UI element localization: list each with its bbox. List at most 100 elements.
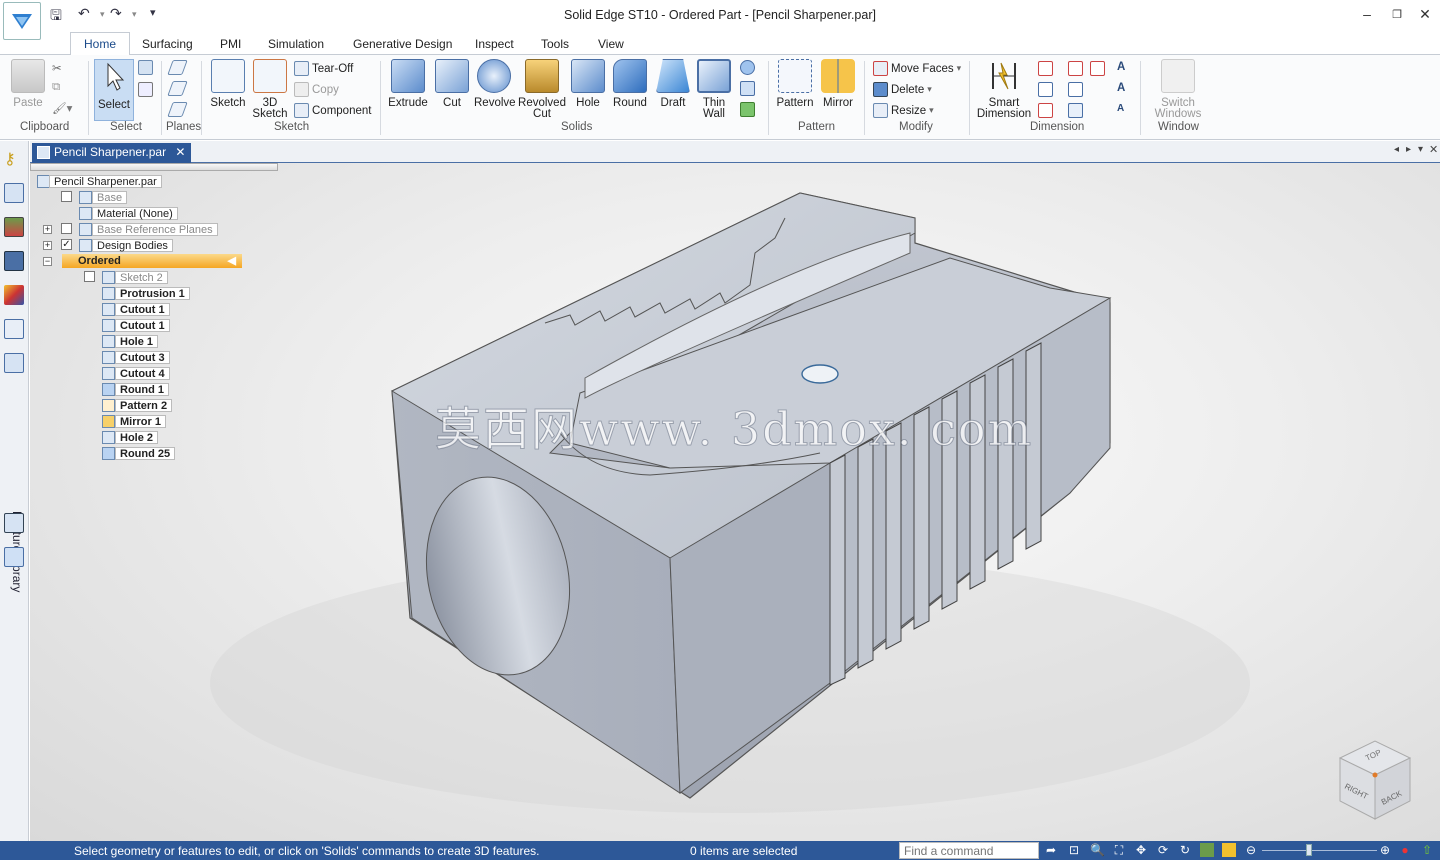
close-icon[interactable]: ✕	[1415, 6, 1435, 23]
tear-off-button[interactable]: Tear-Off	[294, 61, 353, 76]
sketch-checkbox[interactable]	[84, 271, 95, 282]
zoom-out-icon[interactable]: ⊖	[1244, 843, 1258, 857]
tree-root[interactable]: Pencil Sharpener.par	[49, 175, 162, 188]
appearance-icon[interactable]	[4, 285, 24, 305]
tree-feature[interactable]: Round 25	[115, 447, 176, 460]
tree-feature[interactable]: Cutout 3	[115, 351, 170, 364]
tab-generative-design[interactable]: Generative Design	[353, 37, 452, 51]
close-tab-icon[interactable]: ✕	[175, 145, 185, 159]
revolved-cut-button[interactable]: Revolved Cut	[518, 59, 566, 120]
select-filter-icon[interactable]	[138, 60, 153, 75]
mirror-button[interactable]: Mirror	[819, 59, 857, 109]
increase-text-icon[interactable]: A	[1117, 82, 1125, 94]
tab-tools[interactable]: Tools	[541, 37, 569, 51]
rotate-icon[interactable]: ⟳	[1156, 843, 1170, 857]
loft-icon[interactable]	[740, 81, 755, 96]
copy-sketch-button[interactable]: Copy	[294, 82, 339, 97]
format-painter-icon[interactable]: 🖌▾	[52, 101, 72, 115]
minimize-icon[interactable]: –	[1357, 6, 1377, 22]
tab-simulation[interactable]: Simulation	[268, 37, 324, 51]
add-body-icon[interactable]	[740, 60, 755, 75]
pathfinder-icon[interactable]	[4, 183, 24, 203]
tree-feature[interactable]: Pattern 2	[115, 399, 173, 412]
zoom-slider-track[interactable]	[1262, 850, 1377, 851]
command-arrow-icon[interactable]: ➦	[1044, 843, 1058, 857]
command-finder-input[interactable]	[899, 842, 1039, 859]
expand-planes-icon[interactable]: +	[43, 225, 52, 234]
spin-about-icon[interactable]: ↻	[1178, 843, 1192, 857]
cut-button[interactable]: Cut	[434, 59, 470, 109]
extrude-button[interactable]: Extrude	[386, 59, 430, 109]
tree-base[interactable]: Base	[92, 191, 128, 204]
revolve-button[interactable]: Revolve	[474, 59, 516, 109]
tab-view[interactable]: View	[598, 37, 624, 51]
symmetric-diameter-icon[interactable]	[1068, 61, 1083, 76]
pattern-button[interactable]: Pattern	[774, 59, 816, 109]
paste-button[interactable]: Paste	[10, 59, 46, 109]
tree-feature[interactable]: Cutout 4	[115, 367, 170, 380]
tree-feature[interactable]: Hole 1	[115, 335, 159, 348]
parallel-plane-icon[interactable]	[167, 81, 188, 96]
coordinate-dimension-icon[interactable]	[1068, 82, 1083, 97]
collapse-ordered-icon[interactable]: −	[43, 257, 52, 266]
key-icon[interactable]: ⚷	[4, 149, 24, 169]
tree-feature[interactable]: Hole 2	[115, 431, 159, 444]
upload-icon[interactable]: ⇧	[1420, 843, 1434, 857]
restore-icon[interactable]: ❐	[1387, 8, 1407, 21]
angle-between-icon[interactable]	[1038, 82, 1053, 97]
graphics-viewport[interactable]: 莫西网www. 3dmox. com Pencil Sharpener.par …	[30, 163, 1440, 841]
scroll-tabs-right-icon[interactable]: ▸	[1406, 144, 1411, 155]
bodies-checkbox[interactable]: ✓	[61, 239, 72, 250]
planes-checkbox[interactable]	[61, 223, 72, 234]
views-icon[interactable]	[4, 251, 24, 271]
fit-icon[interactable]: ⛶	[1112, 843, 1126, 857]
zoom-area-icon[interactable]: ⊡	[1067, 843, 1081, 857]
tab-pmi[interactable]: PMI	[220, 37, 241, 51]
tree-feature[interactable]: Mirror 1	[115, 415, 166, 428]
angular-dimension-icon[interactable]	[1090, 61, 1105, 76]
pan-icon[interactable]: ✥	[1134, 843, 1148, 857]
variable-table-icon[interactable]	[1068, 103, 1083, 118]
stop-icon[interactable]: ●	[1398, 843, 1412, 857]
expand-bodies-icon[interactable]: +	[43, 241, 52, 250]
smart-dimension-button[interactable]: Smart Dimension	[975, 59, 1033, 120]
thin-wall-button[interactable]: Thin Wall	[696, 59, 732, 120]
component-button[interactable]: Component	[294, 103, 371, 118]
decrease-text-icon[interactable]: A	[1117, 103, 1124, 114]
text-style-icon[interactable]: A	[1117, 61, 1125, 73]
cut-icon[interactable]: ✂	[52, 61, 62, 75]
switch-windows-button[interactable]: Switch Windows	[1146, 59, 1210, 120]
document-tab[interactable]: Pencil Sharpener.par ✕	[32, 143, 192, 163]
draft-button[interactable]: Draft	[654, 59, 692, 109]
tab-inspect[interactable]: Inspect	[475, 37, 514, 51]
hole-button[interactable]: Hole	[570, 59, 606, 109]
3d-sketch-button[interactable]: 3D Sketch	[252, 59, 288, 120]
tab-home[interactable]: Home	[70, 32, 131, 55]
select-tools-icon[interactable]	[138, 82, 153, 97]
round-button[interactable]: Round	[610, 59, 650, 109]
select-button[interactable]: Select	[94, 59, 134, 121]
tree-design-bodies[interactable]: Design Bodies	[92, 239, 173, 252]
rollback-marker-icon[interactable]: ◀	[228, 254, 236, 268]
tree-feature[interactable]: Protrusion 1	[115, 287, 190, 300]
view-styles-icon[interactable]	[1200, 843, 1214, 857]
assembly-icon[interactable]	[4, 547, 24, 567]
coincident-plane-icon[interactable]	[167, 60, 188, 75]
delete-button[interactable]: Delete ▾	[873, 82, 932, 97]
tree-base-planes[interactable]: Base Reference Planes	[92, 223, 218, 236]
layers-icon[interactable]	[4, 217, 24, 237]
copy-clip-icon[interactable]: ⧉	[52, 81, 60, 94]
view-cube[interactable]: TOP RIGHT BACK	[1335, 733, 1415, 823]
boolean-icon[interactable]	[740, 102, 755, 117]
tab-list-icon[interactable]: ▾	[1418, 144, 1423, 155]
tree-feature[interactable]: Cutout 1	[115, 303, 170, 316]
zoom-icon[interactable]: 🔍	[1090, 843, 1105, 857]
base-checkbox[interactable]	[61, 191, 72, 202]
tree-resize-handle[interactable]	[30, 163, 278, 171]
move-faces-button[interactable]: Move Faces ▾	[873, 61, 961, 76]
zoom-slider-thumb[interactable]	[1306, 844, 1312, 856]
tree-ordered[interactable]: Ordered ◀	[62, 254, 242, 268]
zoom-in-icon[interactable]: ⊕	[1378, 843, 1392, 857]
tree-feature[interactable]: Sketch 2	[115, 271, 168, 284]
tab-surfacing[interactable]: Surfacing	[142, 37, 193, 51]
